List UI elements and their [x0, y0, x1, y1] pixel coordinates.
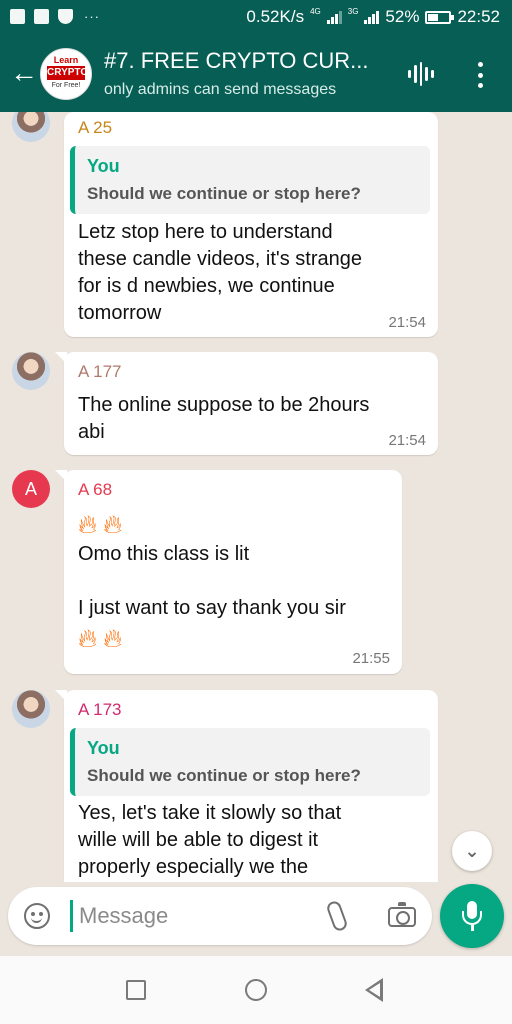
- microphone-icon: [462, 901, 482, 931]
- system-navigation-bar: [0, 956, 512, 1024]
- recent-apps-icon[interactable]: [126, 980, 146, 1000]
- home-icon[interactable]: [245, 979, 267, 1001]
- back-arrow-icon[interactable]: ←: [10, 58, 38, 88]
- message-time: 21:54: [388, 432, 426, 449]
- message-line: properly especially we the: [78, 856, 309, 878]
- message-bubble[interactable]: A 25 You Should we continue or stop here…: [64, 112, 438, 337]
- message-composer: [8, 887, 432, 945]
- battery-icon: [425, 10, 455, 24]
- sender-name[interactable]: A 25: [78, 118, 112, 138]
- message-line: Omo this class is lit: [78, 543, 250, 565]
- avatar[interactable]: [12, 352, 50, 390]
- fire-emoji-icon: 🔥︎: [78, 623, 98, 653]
- quoted-text: Should we continue or stop here?: [87, 184, 361, 203]
- back-icon[interactable]: [365, 978, 383, 1002]
- sender-name[interactable]: A 173: [78, 700, 122, 720]
- message-line: [78, 568, 386, 595]
- message-line: abi: [78, 421, 105, 443]
- more-notifications-icon: ···: [84, 9, 100, 24]
- message-time: 21:55: [352, 650, 390, 667]
- attachment-icon[interactable]: [325, 899, 349, 933]
- network-type-1: 4G: [310, 6, 321, 16]
- fire-emoji-row: 🔥︎ 🔥︎: [78, 508, 386, 541]
- message-text: Letz stop here to understand these candl…: [78, 219, 422, 327]
- group-avatar[interactable]: Learn CRYPTO For Free!: [40, 48, 92, 100]
- message-bubble[interactable]: A 68 🔥︎ 🔥︎ Omo this class is lit I just w…: [55, 470, 402, 674]
- avatar[interactable]: A: [12, 470, 50, 508]
- chat-area[interactable]: A 25 You Should we continue or stop here…: [0, 112, 512, 882]
- group-subtitle: only admins can send messages: [104, 81, 337, 98]
- message-line: I just want to say thank you sir: [78, 597, 346, 619]
- message-text: 🔥︎ 🔥︎ Omo this class is lit I just want t…: [78, 508, 386, 655]
- status-indicators: 0.52K/s 4G 3G 52% 22:52: [246, 7, 500, 27]
- fire-emoji-icon: 🔥︎: [103, 623, 123, 653]
- signal-strength-icon-2: [364, 10, 380, 24]
- signal-strength-icon: [326, 10, 342, 24]
- quoted-sender: You: [87, 156, 120, 176]
- message-line: Letz stop here to understand: [78, 221, 333, 243]
- avatar[interactable]: [12, 690, 50, 728]
- status-bar: ··· 0.52K/s 4G 3G 52% 22:52: [0, 0, 512, 36]
- avatar[interactable]: [12, 112, 50, 142]
- fire-emoji-icon: 🔥︎: [78, 509, 98, 539]
- message-text: Yes, let's take it slowly so that wille …: [78, 800, 422, 881]
- fire-emoji-row: 🔥︎ 🔥︎: [78, 622, 386, 655]
- fire-emoji-icon: 🔥︎: [103, 509, 123, 539]
- voice-chat-icon[interactable]: [408, 62, 434, 86]
- message-line: wille will be able to digest it: [78, 829, 319, 851]
- voice-message-button[interactable]: [440, 884, 504, 948]
- group-avatar-text-top: Learn: [53, 55, 79, 65]
- network-type-2: 3G: [347, 6, 359, 16]
- quoted-sender: You: [87, 738, 120, 758]
- group-title[interactable]: #7. FREE CRYPTO CUR...: [104, 48, 368, 74]
- scroll-to-bottom-button[interactable]: ⌄: [452, 831, 492, 871]
- shield-icon: [58, 9, 73, 24]
- net-speed: 0.52K/s: [246, 7, 305, 26]
- more-options-icon[interactable]: [470, 60, 490, 90]
- message-bubble[interactable]: A 177 The online suppose to be 2hours ab…: [55, 352, 438, 455]
- battery-percent: 52%: [385, 7, 420, 26]
- message-input[interactable]: [70, 900, 310, 932]
- emoji-mouth: [31, 917, 42, 923]
- message-line: for is d newbies, we continue: [78, 275, 335, 297]
- message-time: 21:54: [388, 314, 426, 331]
- quoted-message[interactable]: You Should we continue or stop here?: [70, 728, 430, 796]
- sender-name[interactable]: A 68: [78, 480, 112, 500]
- battery-level: [428, 13, 439, 21]
- emoji-icon[interactable]: [24, 903, 50, 929]
- camera-icon[interactable]: [388, 902, 416, 927]
- message-text: The online suppose to be 2hours abi: [78, 392, 422, 446]
- message-line: The online suppose to be 2hours: [78, 394, 370, 416]
- quoted-text: Should we continue or stop here?: [87, 766, 361, 785]
- message-bubble[interactable]: A 173 You Should we continue or stop her…: [55, 690, 438, 882]
- clock: 22:52: [457, 7, 500, 26]
- group-avatar-text-middle: CRYPTO: [47, 66, 89, 80]
- chat-header: ← Learn CRYPTO For Free! #7. FREE CRYPTO…: [0, 36, 512, 112]
- group-avatar-text-bottom: For Free!: [51, 82, 81, 89]
- quoted-message[interactable]: You Should we continue or stop here?: [70, 146, 430, 214]
- notification-icons: ···: [10, 9, 100, 24]
- notification-message-icon: [10, 9, 25, 24]
- sender-name[interactable]: A 177: [78, 362, 122, 382]
- message-line: these candle videos, it's strange: [78, 248, 362, 270]
- message-line: Yes, let's take it slowly so that: [78, 802, 342, 824]
- notification-gallery-icon: [34, 9, 49, 24]
- message-line: tomorrow: [78, 302, 162, 324]
